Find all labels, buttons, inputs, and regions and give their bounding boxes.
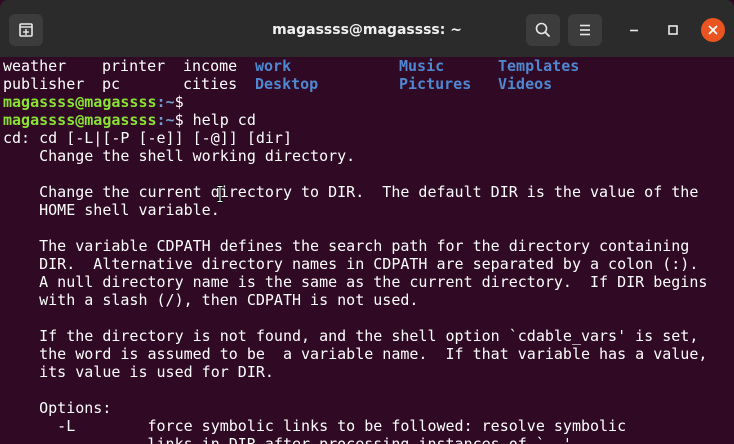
output-line: -L force symbolic links to be followed: … [3,417,627,435]
listing-file: pc [102,75,121,93]
listing-directory: Videos [498,75,553,93]
hamburger-menu-icon [580,24,590,36]
output-line: Change the current directory to DIR. The… [3,183,699,201]
output-line: DIR. Alternative directory names in CDPA… [3,255,699,273]
text-cursor-icon [217,185,223,203]
minimize-button[interactable] [622,18,646,42]
output-line: HOME shell variable. [3,201,220,219]
search-button[interactable] [526,14,560,46]
title-bar[interactable]: magassss@magassss: ~ [0,0,734,60]
listing-file: income [183,57,238,75]
prompt-line: magassss@magassss:~$ help cd [3,111,256,129]
close-button[interactable] [701,18,725,42]
listing-file: publisher [3,75,85,93]
maximize-icon [668,25,678,35]
command-text: help cd [183,111,256,129]
prompt-user: magassss@magassss [3,111,157,129]
listing-row: weather printer income work Music Templa… [3,57,579,75]
terminal-content[interactable]: weather printer income work Music Templa… [0,57,734,444]
maximize-button[interactable] [661,18,685,42]
prompt-user: magassss@magassss [3,93,157,111]
listing-directory: Pictures [399,75,472,93]
output-line: Change the shell working directory. [3,147,356,165]
output-line: A null directory name is the same as the… [3,273,708,291]
output-line: the word is assumed to be a variable nam… [3,345,708,363]
output-line: with a slash (/), then CDPATH is not use… [3,291,419,309]
output-line: If the directory is not found, and the s… [3,327,699,345]
search-icon [535,22,550,37]
listing-row: publisher pc cities Desktop Pictures Vid… [3,75,552,93]
terminal-window: magassss@magassss: ~ weather printer inc… [0,0,734,444]
prompt-symbol: $ [174,111,184,129]
listing-file: printer [102,57,166,75]
output-line: Options: [3,399,112,417]
listing-file: cities [183,75,238,93]
prompt-path: :~ [156,111,175,129]
listing-directory: Templates [498,57,580,75]
minimize-icon [630,29,638,32]
output-line: its value is used for DIR. [3,363,274,381]
output-line: cd: cd [-L|[-P [-e]] [-@]] [dir] [3,129,292,147]
listing-directory: work [255,57,292,75]
close-icon [708,25,718,35]
prompt-symbol: $ [174,93,184,111]
prompt-path: :~ [156,93,175,111]
menu-button[interactable] [568,14,602,46]
output-line: links in DIR after processing instances … [3,435,572,444]
prompt-line: magassss@magassss:~$ [3,93,184,111]
listing-file: weather [3,57,67,75]
listing-directory: Desktop [255,75,319,93]
output-line: The variable CDPATH defines the search p… [3,237,690,255]
listing-directory: Music [399,57,445,75]
